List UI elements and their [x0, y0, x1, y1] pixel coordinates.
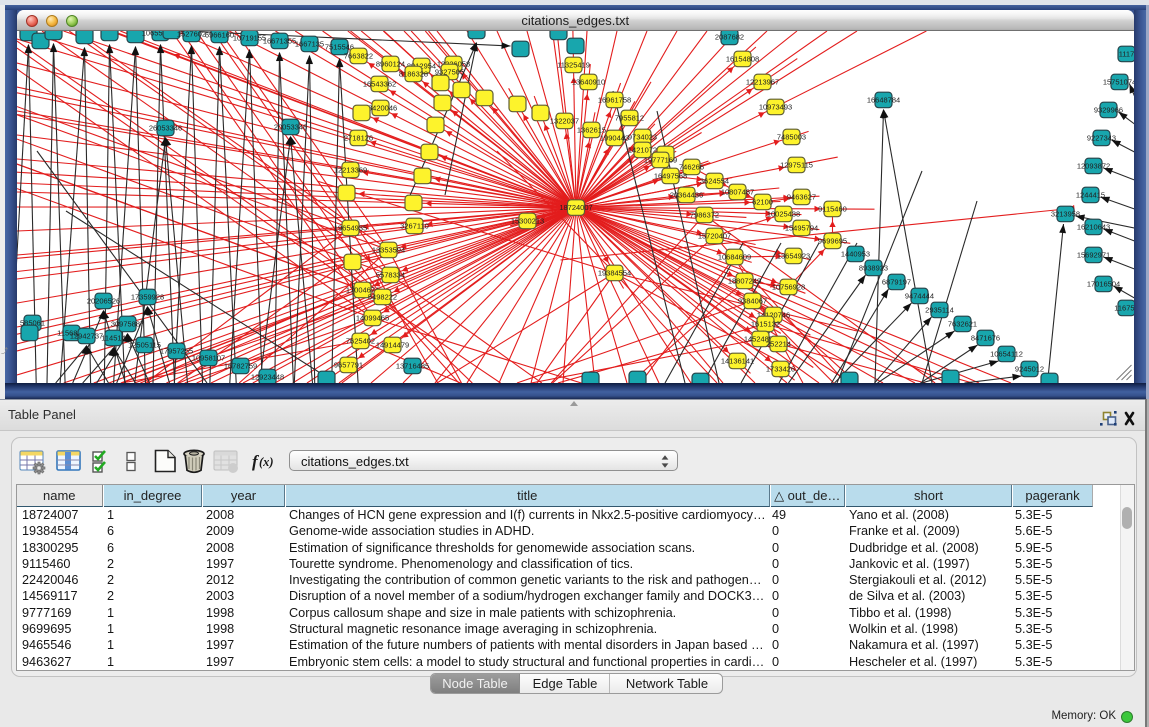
svg-text:62100: 62100: [752, 198, 773, 207]
svg-text:9227343: 9227343: [1086, 134, 1115, 143]
svg-text:10684609: 10684609: [717, 253, 750, 262]
svg-text:15751074: 15751074: [1102, 78, 1133, 87]
svg-text:13716485: 13716485: [395, 362, 428, 371]
svg-text:12505115: 12505115: [128, 341, 161, 350]
svg-text:10025438: 10025438: [766, 210, 799, 219]
svg-text:1667135: 1667135: [294, 40, 323, 49]
svg-text:18807249: 18807249: [727, 277, 760, 286]
svg-text:16671355: 16671355: [262, 37, 295, 46]
svg-text:1440953: 1440953: [840, 250, 869, 259]
svg-text:2935114: 2935114: [925, 306, 954, 315]
svg-text:252214: 252214: [765, 340, 790, 349]
svg-text:13640910: 13640910: [571, 78, 604, 87]
svg-text:12975115: 12975115: [780, 161, 813, 170]
svg-text:(x): (x): [259, 455, 274, 469]
svg-text:2718126: 2718126: [343, 134, 372, 143]
svg-text:13654923: 13654923: [776, 252, 809, 261]
svg-text:8471676: 8471676: [970, 334, 999, 343]
svg-text:9657791: 9657791: [333, 361, 362, 370]
svg-text:9474444: 9474444: [904, 292, 933, 301]
svg-text:10807487: 10807487: [720, 188, 753, 197]
svg-text:15692971: 15692971: [1076, 251, 1109, 260]
svg-text:2087682: 2087682: [714, 33, 743, 42]
svg-text:9245012: 9245012: [1014, 365, 1043, 374]
svg-text:12923448: 12923448: [250, 373, 283, 382]
svg-text:7485003: 7485003: [776, 133, 805, 142]
svg-text:3213958: 3213958: [1050, 210, 1079, 219]
svg-text:1322037: 1322037: [549, 117, 578, 126]
svg-text:9115460: 9115460: [818, 205, 847, 214]
svg-text:16648784: 16648784: [866, 96, 899, 105]
svg-text:1117: 1117: [1118, 50, 1133, 59]
svg-text:12213369: 12213369: [333, 166, 366, 175]
svg-text:11325419: 11325419: [557, 61, 590, 70]
svg-text:14914479: 14914479: [375, 341, 408, 350]
svg-text:5578334: 5578334: [375, 271, 404, 280]
svg-text:17957255: 17957255: [159, 347, 192, 356]
svg-text:114514: 114514: [101, 334, 125, 343]
svg-text:14136141: 14136141: [720, 357, 753, 366]
svg-text:10973493: 10973493: [758, 103, 791, 112]
svg-text:746266: 746266: [678, 163, 703, 172]
svg-text:19654935: 19654935: [333, 224, 366, 233]
svg-text:9329966: 9329966: [1093, 106, 1122, 115]
svg-text:14099465: 14099465: [355, 314, 388, 323]
svg-text:116753: 116753: [1114, 304, 1134, 313]
svg-text:12942737: 12942737: [69, 332, 102, 341]
svg-text:7632621: 7632621: [947, 320, 976, 329]
svg-text:19777169: 19777169: [643, 156, 676, 165]
svg-text:16543362: 16543362: [362, 80, 395, 89]
svg-text:9699695: 9699695: [817, 237, 846, 246]
svg-text:16497568: 16497568: [653, 172, 686, 181]
svg-text:9463627: 9463627: [786, 193, 815, 202]
svg-text:26053346: 26053346: [148, 124, 181, 133]
svg-text:1733426: 1733426: [765, 365, 794, 374]
svg-text:30975887: 30975887: [110, 320, 143, 329]
svg-text:18724007: 18724007: [559, 203, 592, 212]
svg-text:16154808: 16154808: [725, 55, 758, 64]
svg-text:10756928: 10756928: [771, 283, 804, 292]
svg-text:6966160: 6966160: [204, 31, 233, 40]
svg-text:16782759: 16782759: [223, 362, 256, 371]
svg-text:10719155: 10719155: [232, 34, 265, 43]
svg-text:15300213: 15300213: [510, 217, 543, 226]
svg-text:13353594: 13353594: [371, 246, 404, 255]
svg-text:19384554: 19384554: [597, 269, 630, 278]
svg-text:10654112: 10654112: [990, 350, 1023, 359]
svg-text:7625402: 7625402: [345, 337, 374, 346]
svg-text:6879197: 6879197: [881, 278, 910, 287]
svg-text:12093872: 12093872: [1076, 162, 1109, 171]
svg-text:17359928: 17359928: [130, 293, 163, 302]
svg-text:9384067: 9384067: [737, 297, 766, 306]
svg-text:7663822: 7663822: [343, 52, 372, 61]
svg-text:12213967: 12213967: [745, 78, 778, 87]
svg-text:20206526: 20206526: [86, 297, 119, 306]
svg-text:7955812: 7955812: [614, 114, 643, 123]
svg-text:3624554: 3624554: [699, 177, 728, 186]
svg-text:1527602: 1527602: [176, 31, 205, 39]
svg-text:8938923: 8938923: [858, 264, 887, 273]
svg-text:9734023: 9734023: [627, 133, 656, 142]
svg-text:1244415: 1244415: [1075, 191, 1104, 200]
svg-text:7986372: 7986372: [689, 211, 718, 220]
svg-text:15495794: 15495794: [784, 224, 817, 233]
svg-text:5498222: 5498222: [367, 293, 396, 302]
svg-text:16210643: 16210643: [1076, 223, 1109, 232]
svg-text:1990443: 1990443: [599, 134, 628, 143]
svg-text:1615132: 1615132: [750, 320, 779, 329]
svg-text:8186328: 8186328: [398, 70, 427, 79]
svg-text:16961758: 16961758: [597, 96, 630, 105]
svg-text:17016504: 17016504: [1086, 280, 1119, 289]
svg-text:15720407: 15720407: [697, 232, 730, 241]
svg-text:8960124: 8960124: [375, 60, 404, 69]
svg-text:20364436: 20364436: [669, 191, 702, 200]
svg-text:7515546: 7515546: [324, 43, 353, 52]
svg-text:10958107: 10958107: [191, 354, 224, 363]
svg-text:3267110: 3267110: [400, 222, 429, 231]
svg-text:20053346: 20053346: [273, 123, 306, 132]
